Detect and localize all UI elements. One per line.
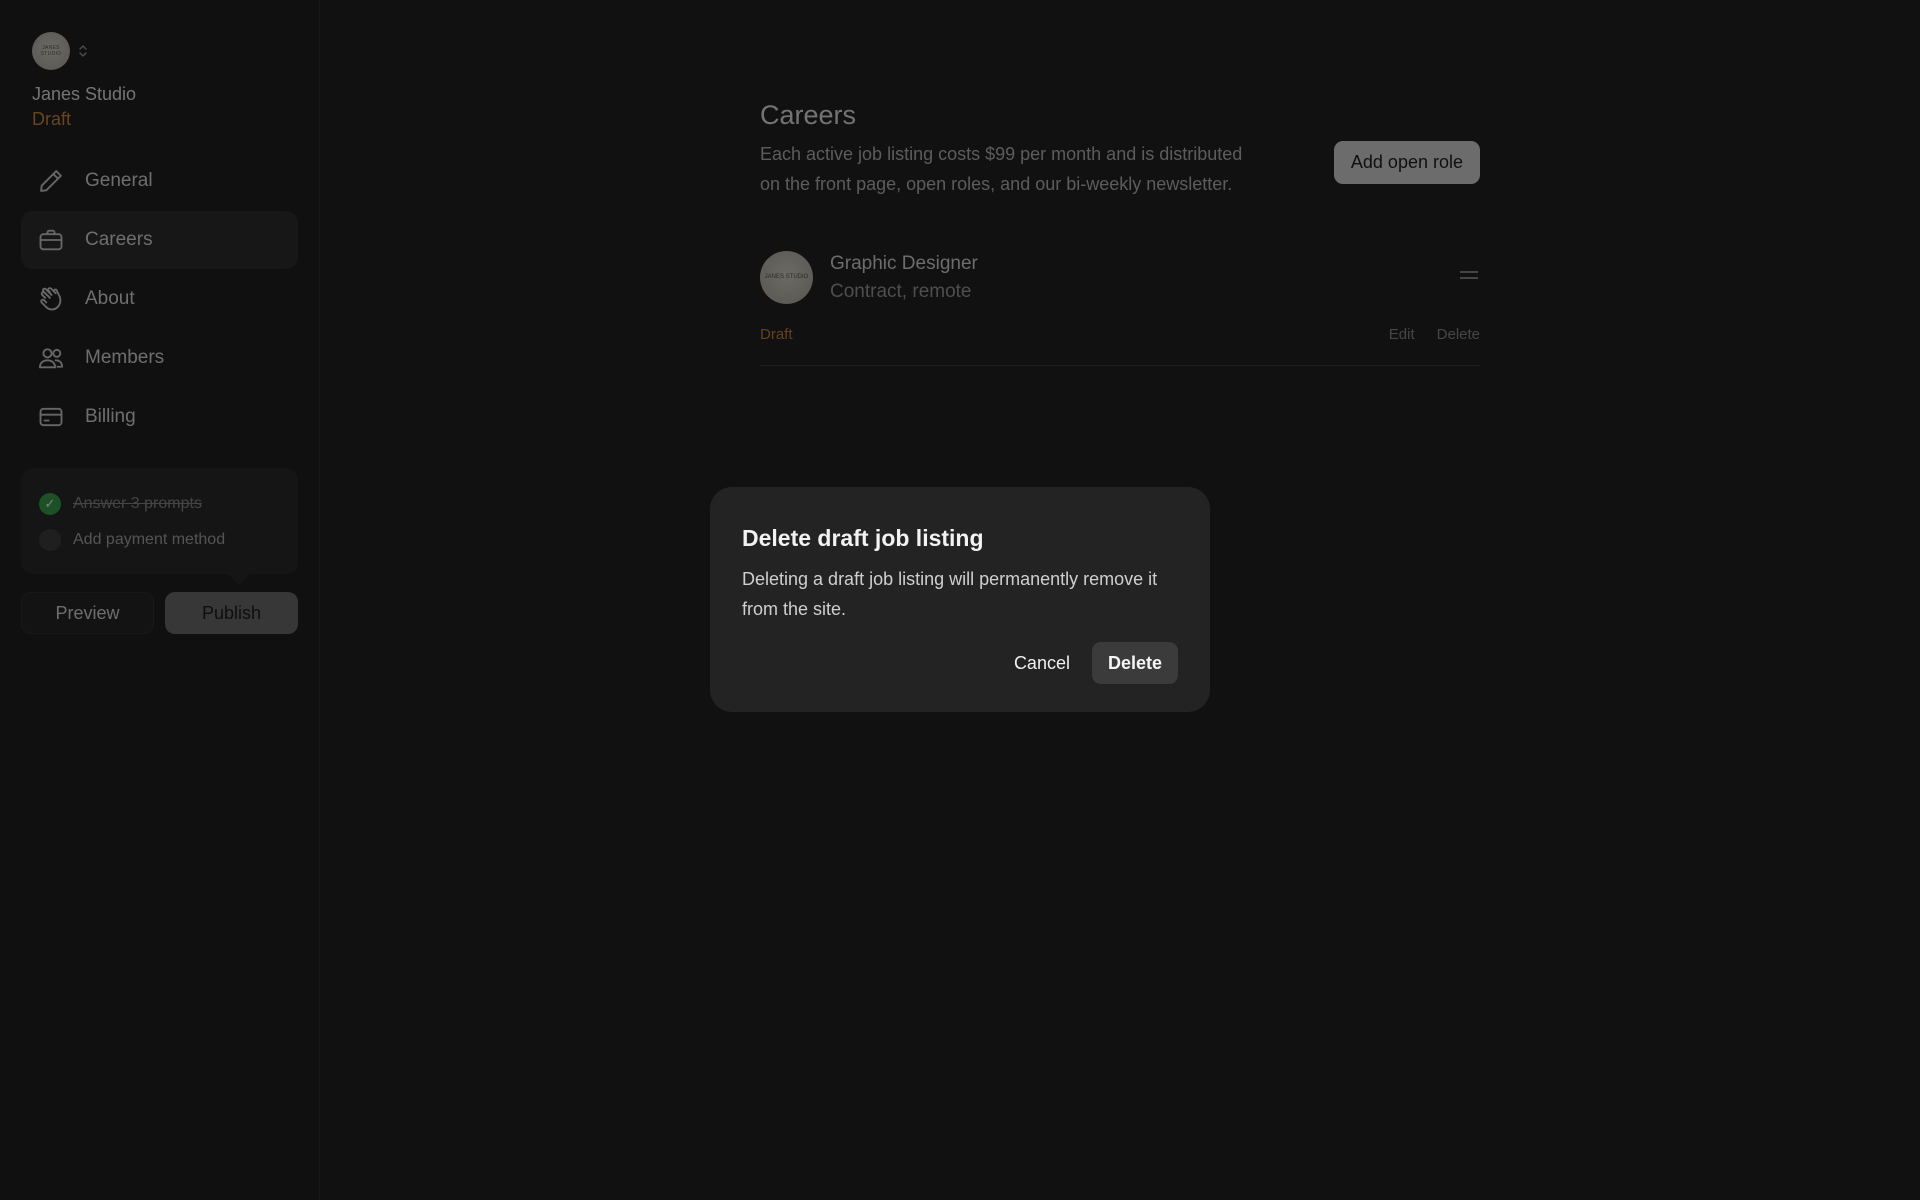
delete-confirm-dialog: Delete draft job listing Deleting a draf…: [710, 487, 1210, 712]
dialog-actions: Cancel Delete: [742, 642, 1178, 684]
cancel-button[interactable]: Cancel: [1014, 653, 1070, 674]
delete-button[interactable]: Delete: [1091, 642, 1178, 684]
dialog-title: Delete draft job listing: [742, 525, 984, 551]
dialog-body: Deleting a draft job listing will perman…: [742, 569, 1158, 619]
